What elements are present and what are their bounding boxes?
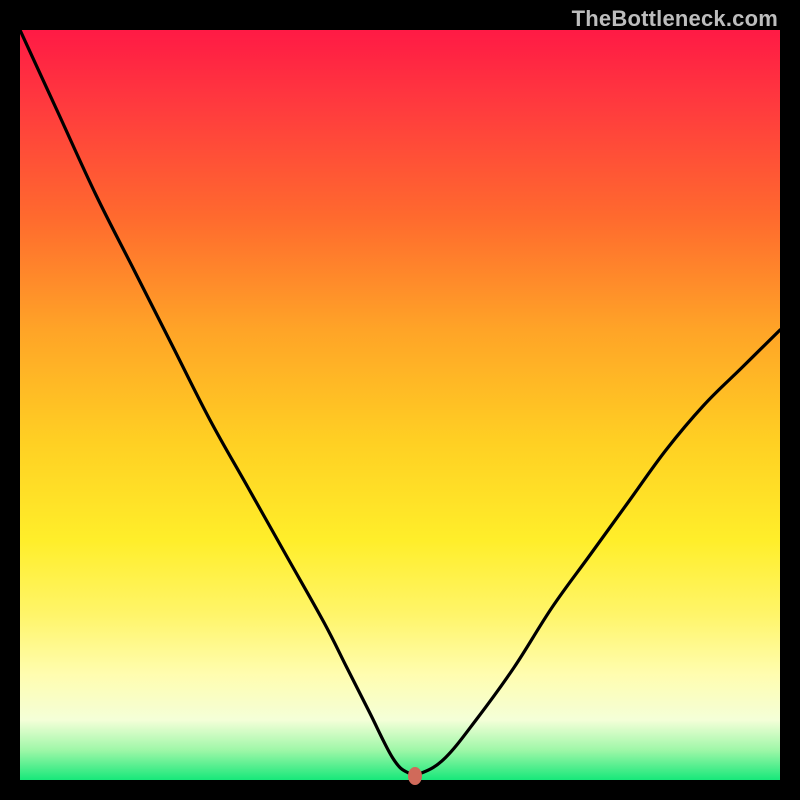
curve-svg	[20, 30, 780, 780]
watermark-text: TheBottleneck.com	[572, 6, 778, 32]
curve-path	[20, 30, 780, 775]
plot-area	[20, 30, 780, 780]
chart-frame: TheBottleneck.com	[0, 0, 800, 800]
optimum-marker	[408, 767, 422, 785]
